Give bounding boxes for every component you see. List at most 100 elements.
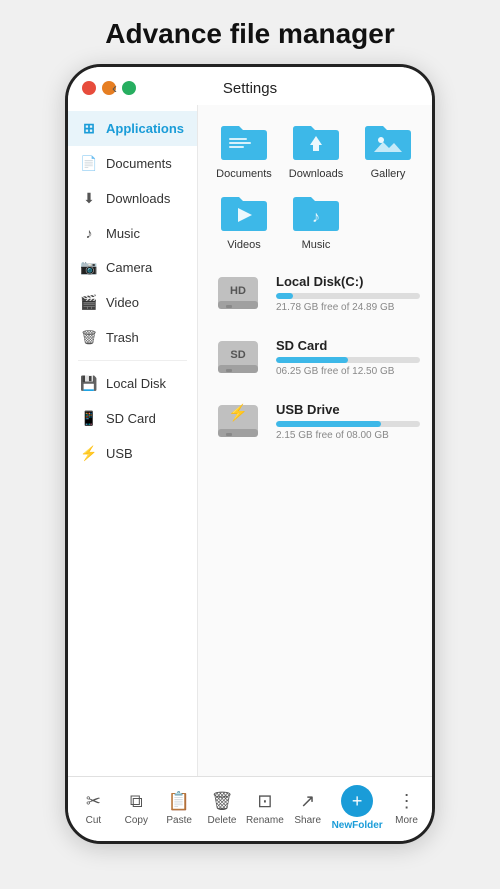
disk-name-sd: SD Card bbox=[276, 338, 420, 353]
folder-icon-music: ♪ bbox=[289, 190, 343, 234]
folder-label-music: Music bbox=[302, 239, 331, 251]
disk-info-usb: USB Drive 2.15 GB free of 08.00 GB bbox=[276, 402, 420, 441]
folder-label-gallery: Gallery bbox=[371, 168, 406, 180]
sidebar-item-label-local-disk: Local Disk bbox=[106, 376, 166, 391]
main-area: ⊞ Applications 📄 Documents ⬇ Downloads ♪… bbox=[68, 105, 432, 776]
folder-item-videos[interactable]: Videos bbox=[212, 190, 276, 251]
sidebar-item-trash[interactable]: 🗑 Trash bbox=[68, 320, 197, 355]
folder-item-documents[interactable]: Documents bbox=[212, 119, 276, 180]
copy-label: Copy bbox=[125, 815, 148, 826]
phone-shell: ‹ Settings ⊞ Applications 📄 Documents ⬇ … bbox=[65, 64, 435, 844]
folder-label-downloads: Downloads bbox=[289, 168, 343, 180]
sidebar-item-label-applications: Applications bbox=[106, 121, 184, 136]
disk-bar-bg-sd bbox=[276, 357, 420, 363]
sidebar-item-label-sd-card: SD Card bbox=[106, 411, 156, 426]
disk-bar-fill-usb bbox=[276, 421, 381, 427]
usb-icon: ⚡ bbox=[80, 445, 98, 462]
sidebar-item-downloads[interactable]: ⬇ Downloads bbox=[68, 181, 197, 216]
more-icon: ⋮ bbox=[398, 791, 416, 812]
rename-label: Rename bbox=[246, 815, 284, 826]
documents-icon: 📄 bbox=[80, 155, 98, 172]
sidebar-item-label-trash: Trash bbox=[106, 330, 139, 345]
disk-item-usb[interactable]: ⚡ USB Drive 2.15 GB free of 08.00 GB bbox=[212, 395, 420, 447]
toolbar-btn-more[interactable]: ⋮ More bbox=[388, 791, 426, 826]
folder-grid: Documents Downloads bbox=[212, 119, 420, 251]
top-bar-title: Settings bbox=[223, 80, 277, 97]
new-folder-label: NewFolder bbox=[332, 820, 383, 831]
applications-icon: ⊞ bbox=[80, 120, 98, 137]
trash-icon: 🗑 bbox=[80, 329, 98, 346]
folder-icon-videos bbox=[217, 190, 271, 234]
sidebar: ⊞ Applications 📄 Documents ⬇ Downloads ♪… bbox=[68, 105, 198, 776]
sidebar-item-label-usb: USB bbox=[106, 446, 133, 461]
toolbar-btn-new-folder[interactable]: + NewFolder bbox=[332, 785, 383, 831]
svg-text:♪: ♪ bbox=[312, 209, 320, 226]
sidebar-item-usb[interactable]: ⚡ USB bbox=[68, 436, 197, 471]
camera-icon: 📷 bbox=[80, 259, 98, 276]
local-disk-icon: 💾 bbox=[80, 375, 98, 392]
paste-icon: 📋 bbox=[168, 791, 190, 812]
disk-icon-usb: ⚡ bbox=[212, 395, 264, 447]
toolbar-btn-rename[interactable]: ⊡ Rename bbox=[246, 791, 284, 826]
share-label: Share bbox=[294, 815, 321, 826]
folder-icon-gallery bbox=[361, 119, 415, 163]
disk-icon-local: HD bbox=[212, 267, 264, 319]
sidebar-item-camera[interactable]: 📷 Camera bbox=[68, 250, 197, 285]
delete-label: Delete bbox=[208, 815, 237, 826]
sidebar-divider bbox=[78, 360, 187, 361]
toolbar-btn-delete[interactable]: 🗑 Delete bbox=[203, 791, 241, 826]
sidebar-item-applications[interactable]: ⊞ Applications bbox=[68, 111, 197, 146]
folder-icon-downloads bbox=[289, 119, 343, 163]
new-folder-plus-icon: + bbox=[341, 785, 373, 817]
disk-name-usb: USB Drive bbox=[276, 402, 420, 417]
disk-free-local: 21.78 GB free of 24.89 GB bbox=[276, 302, 420, 313]
toolbar-btn-paste[interactable]: 📋 Paste bbox=[160, 791, 198, 826]
svg-text:HD: HD bbox=[230, 285, 246, 297]
sidebar-item-label-video: Video bbox=[106, 295, 139, 310]
page-title: Advance file manager bbox=[105, 18, 394, 50]
disk-item-local[interactable]: HD Local Disk(C:) 21.78 GB free of 24.89… bbox=[212, 267, 420, 319]
window-controls bbox=[82, 81, 136, 95]
folder-label-videos: Videos bbox=[227, 239, 260, 251]
folder-item-downloads[interactable]: Downloads bbox=[284, 119, 348, 180]
toolbar-btn-cut[interactable]: ✂ Cut bbox=[74, 791, 112, 826]
rename-icon: ⊡ bbox=[257, 791, 272, 812]
close-button[interactable] bbox=[82, 81, 96, 95]
toolbar-btn-share[interactable]: ↗ Share bbox=[289, 791, 327, 826]
back-arrow-icon[interactable]: ‹ bbox=[112, 80, 117, 97]
sidebar-item-sd-card[interactable]: 📱 SD Card bbox=[68, 401, 197, 436]
folder-item-music[interactable]: ♪ Music bbox=[284, 190, 348, 251]
disk-free-usb: 2.15 GB free of 08.00 GB bbox=[276, 430, 420, 441]
sidebar-item-documents[interactable]: 📄 Documents bbox=[68, 146, 197, 181]
cut-icon: ✂ bbox=[86, 791, 101, 812]
sd-card-icon: 📱 bbox=[80, 410, 98, 427]
disk-item-sd[interactable]: SD SD Card 06.25 GB free of 12.50 GB bbox=[212, 331, 420, 383]
disk-info-local: Local Disk(C:) 21.78 GB free of 24.89 GB bbox=[276, 274, 420, 313]
sidebar-item-label-documents: Documents bbox=[106, 156, 172, 171]
folder-item-gallery[interactable]: Gallery bbox=[356, 119, 420, 180]
toolbar-btn-copy[interactable]: ⧉ Copy bbox=[117, 791, 155, 826]
more-label: More bbox=[395, 815, 418, 826]
delete-icon: 🗑 bbox=[211, 791, 234, 812]
cut-label: Cut bbox=[86, 815, 102, 826]
sidebar-item-local-disk[interactable]: 💾 Local Disk bbox=[68, 366, 197, 401]
music-icon: ♪ bbox=[80, 225, 98, 241]
sidebar-item-video[interactable]: 🎬 Video bbox=[68, 285, 197, 320]
disk-bar-bg-usb bbox=[276, 421, 420, 427]
svg-text:⚡: ⚡ bbox=[228, 403, 248, 422]
disk-section: HD Local Disk(C:) 21.78 GB free of 24.89… bbox=[212, 267, 420, 447]
sidebar-item-label-camera: Camera bbox=[106, 260, 152, 275]
svg-text:SD: SD bbox=[230, 349, 245, 361]
top-bar: ‹ Settings bbox=[68, 67, 432, 105]
disk-bar-bg-local bbox=[276, 293, 420, 299]
disk-icon-sd: SD bbox=[212, 331, 264, 383]
content-area: Documents Downloads bbox=[198, 105, 432, 776]
disk-info-sd: SD Card 06.25 GB free of 12.50 GB bbox=[276, 338, 420, 377]
disk-free-sd: 06.25 GB free of 12.50 GB bbox=[276, 366, 420, 377]
folder-label-documents: Documents bbox=[216, 168, 272, 180]
disk-name-local: Local Disk(C:) bbox=[276, 274, 420, 289]
disk-bar-fill-local bbox=[276, 293, 293, 299]
sidebar-item-music[interactable]: ♪ Music bbox=[68, 216, 197, 250]
share-icon: ↗ bbox=[300, 791, 315, 812]
maximize-button[interactable] bbox=[122, 81, 136, 95]
